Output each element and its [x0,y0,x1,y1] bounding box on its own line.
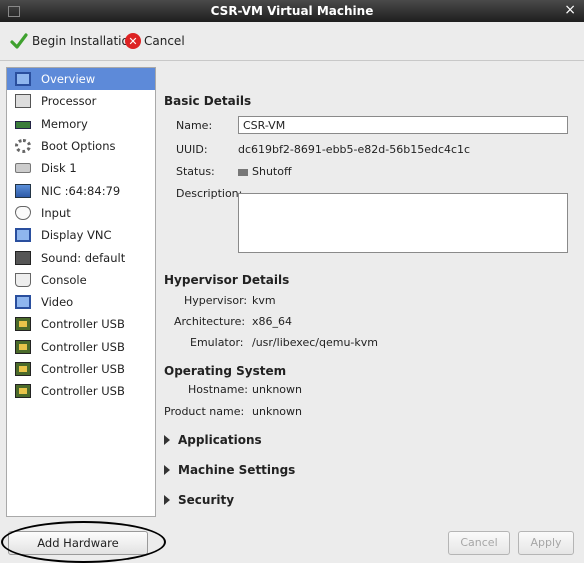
operating-system-title: Operating System [164,364,287,378]
apply-button[interactable]: Apply [518,531,574,555]
sidebar-item-label: Disk 1 [41,161,77,176]
shutoff-icon [238,168,248,176]
sound-icon [15,250,31,265]
hostname-label: Hostname: [188,383,248,396]
sidebar-item-video[interactable]: Video [7,291,155,313]
nic-icon [15,183,31,198]
sidebar-item-label: Controller USB [41,317,125,332]
cancel-installation-button[interactable]: ✕ Cancel [125,31,185,51]
sidebar-item-label: Display VNC [41,228,112,243]
sidebar-item-controller-usb[interactable]: Controller USB [7,313,155,335]
sidebar-item-sound[interactable]: Sound: default [7,246,155,268]
usb-controller-icon [15,384,31,399]
sidebar-item-overview[interactable]: Overview [7,68,155,91]
sidebar-item-console[interactable]: Console [7,269,155,291]
emulator-value: /usr/libexec/qemu-kvm [252,336,379,349]
sidebar-item-controller-usb[interactable]: Controller USB [7,336,155,358]
sidebar-item-controller-usb[interactable]: Controller USB [7,380,155,402]
architecture-label: Architecture: [174,315,246,328]
main-area: Overview Processor Memory Boot Options D… [0,61,584,563]
machine-settings-label: Machine Settings [178,463,296,477]
status-value-wrap: Shutoff [238,165,292,178]
window-title: CSR-VM Virtual Machine [210,4,374,18]
begin-installation-label: Begin Installation [32,34,137,48]
security-expander[interactable]: Security [164,493,234,507]
uuid-label: UUID: [176,143,208,156]
name-label: Name: [176,119,213,132]
status-value: Shutoff [252,165,292,178]
memory-icon [15,121,31,130]
sidebar-item-display-vnc[interactable]: Display VNC [7,224,155,246]
hypervisor-value: kvm [252,294,276,307]
sidebar-item-label: Sound: default [41,250,126,265]
uuid-value: dc619bf2-8691-ebb5-e82d-56b15edc4c1c [238,143,471,156]
sidebar-item-label: Controller USB [41,384,125,399]
usb-controller-icon [15,339,31,354]
display-icon [15,228,31,243]
sidebar-item-label: Boot Options [41,139,116,154]
sidebar-item-label: NIC :64:84:79 [41,183,121,198]
sidebar-item-label: Controller USB [41,339,125,354]
status-label: Status: [176,165,215,178]
description-label: Description: [176,187,243,200]
architecture-value: x86_64 [252,315,293,328]
boot-options-icon [15,139,31,154]
begin-installation-button[interactable]: Begin Installation [10,31,136,51]
expander-arrow-icon [164,495,170,505]
sidebar-item-label: Controller USB [41,362,125,376]
usb-controller-icon [15,317,31,332]
sidebar-item-label: Console [41,272,87,287]
sidebar-item-input[interactable]: Input [7,202,155,224]
product-name-value: unknown [252,405,302,418]
expander-arrow-icon [164,465,170,475]
console-icon [15,272,31,287]
description-field[interactable] [238,193,568,253]
sidebar-item-label: Input [41,205,71,220]
hostname-value: unknown [252,383,302,396]
sidebar-item-disk-1[interactable]: Disk 1 [7,157,155,179]
sidebar-item-memory[interactable]: Memory [7,113,155,135]
monitor-icon [15,72,31,87]
applications-expander[interactable]: Applications [164,433,262,447]
name-field[interactable] [238,116,568,134]
product-name-label: Product name: [164,405,245,418]
sidebar-item-boot-options[interactable]: Boot Options [7,135,155,157]
checkmark-icon [10,33,28,49]
mouse-icon [15,205,31,220]
sidebar-item-nic[interactable]: NIC :64:84:79 [7,179,155,201]
applications-label: Applications [178,433,262,447]
hypervisor-label: Hypervisor: [184,294,248,307]
title-bar: CSR-VM Virtual Machine × [0,0,584,22]
details-panel: Basic Details Name: UUID: dc619bf2-8691-… [164,61,584,563]
emulator-label: Emulator: [190,336,244,349]
disk-icon [15,163,31,174]
sidebar-item-label: Overview [41,72,96,87]
cancel-button[interactable]: Cancel [448,531,510,555]
sidebar-item-label: Processor [41,94,97,109]
toolbar: Begin Installation ✕ Cancel [0,22,584,61]
add-hardware-button[interactable]: Add Hardware [8,531,148,555]
machine-settings-expander[interactable]: Machine Settings [164,463,295,477]
basic-details-title: Basic Details [164,94,252,108]
security-label: Security [178,493,235,507]
cancel-label: Cancel [144,34,185,48]
video-icon [15,295,31,310]
hypervisor-details-title: Hypervisor Details [164,273,290,287]
close-icon[interactable]: × [564,2,576,18]
sidebar-item-label: Video [41,295,74,310]
cancel-icon: ✕ [125,33,141,49]
processor-icon [15,94,31,109]
sidebar-item-label: Memory [41,116,88,131]
usb-controller-icon [15,362,31,376]
expander-arrow-icon [164,435,170,445]
sidebar-item-controller-usb[interactable]: Controller USB [7,358,155,380]
sidebar-item-processor[interactable]: Processor [7,90,155,112]
hardware-list: Overview Processor Memory Boot Options D… [6,67,156,517]
